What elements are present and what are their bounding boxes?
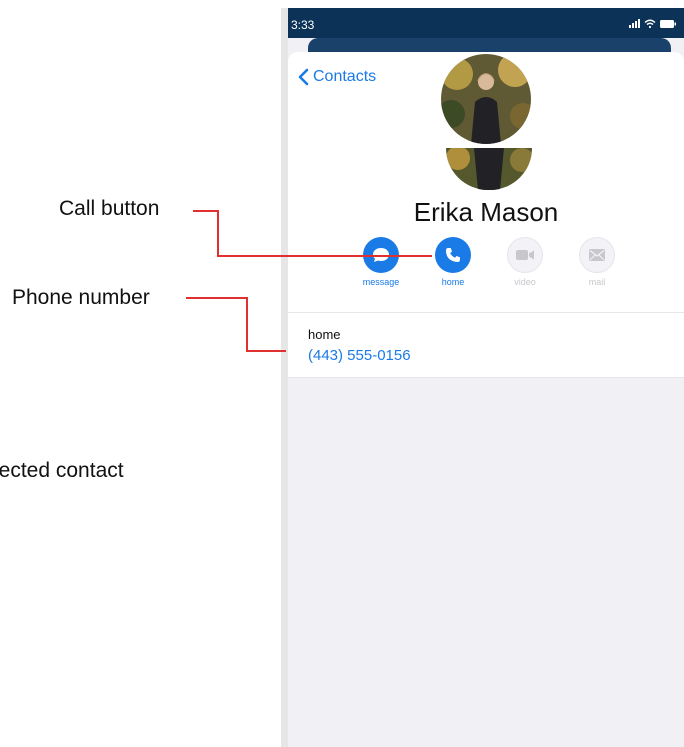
call-button[interactable]: home bbox=[423, 237, 483, 287]
mail-button[interactable]: mail bbox=[567, 237, 627, 287]
back-button-label: Contacts bbox=[313, 68, 377, 85]
message-bubble-icon bbox=[373, 248, 389, 262]
avatar[interactable] bbox=[441, 54, 531, 144]
annotation-call-button: Call button bbox=[59, 197, 160, 220]
chevron-left-icon bbox=[298, 68, 309, 86]
annotation-selected-contact: lected contact bbox=[0, 459, 124, 482]
status-icons bbox=[629, 19, 676, 28]
phone-info-row[interactable]: home (443) 555-0156 bbox=[288, 312, 684, 378]
phone-number[interactable]: (443) 555-0156 bbox=[308, 347, 411, 364]
annotation-phone-number: Phone number bbox=[12, 286, 150, 309]
contact-actions: message home video mail bbox=[288, 237, 684, 297]
phone-icon bbox=[446, 248, 460, 262]
call-label: home bbox=[441, 277, 465, 287]
message-button[interactable]: message bbox=[351, 237, 411, 287]
contact-card: Contacts Erika Mason message home video … bbox=[288, 52, 684, 312]
mail-label: mail bbox=[588, 277, 606, 287]
avatar-reflection bbox=[446, 148, 532, 190]
phone-label: home bbox=[308, 327, 341, 342]
message-label: message bbox=[362, 277, 400, 287]
contact-detail-screen: 3:33 Contacts Erika Mason message home v… bbox=[288, 8, 684, 747]
back-button[interactable]: Contacts bbox=[298, 68, 376, 86]
signal-icon bbox=[629, 19, 640, 28]
video-label: video bbox=[514, 277, 536, 287]
battery-icon bbox=[660, 19, 676, 28]
wifi-icon bbox=[644, 19, 656, 28]
contact-name: Erika Mason bbox=[413, 197, 559, 227]
status-bar: 3:33 bbox=[288, 8, 684, 38]
phone-number-leader bbox=[186, 297, 286, 352]
envelope-icon bbox=[589, 249, 605, 261]
video-camera-icon bbox=[516, 250, 534, 260]
avatar-photo bbox=[441, 54, 531, 144]
status-time: 3:33 bbox=[291, 18, 315, 32]
video-button[interactable]: video bbox=[495, 237, 555, 287]
